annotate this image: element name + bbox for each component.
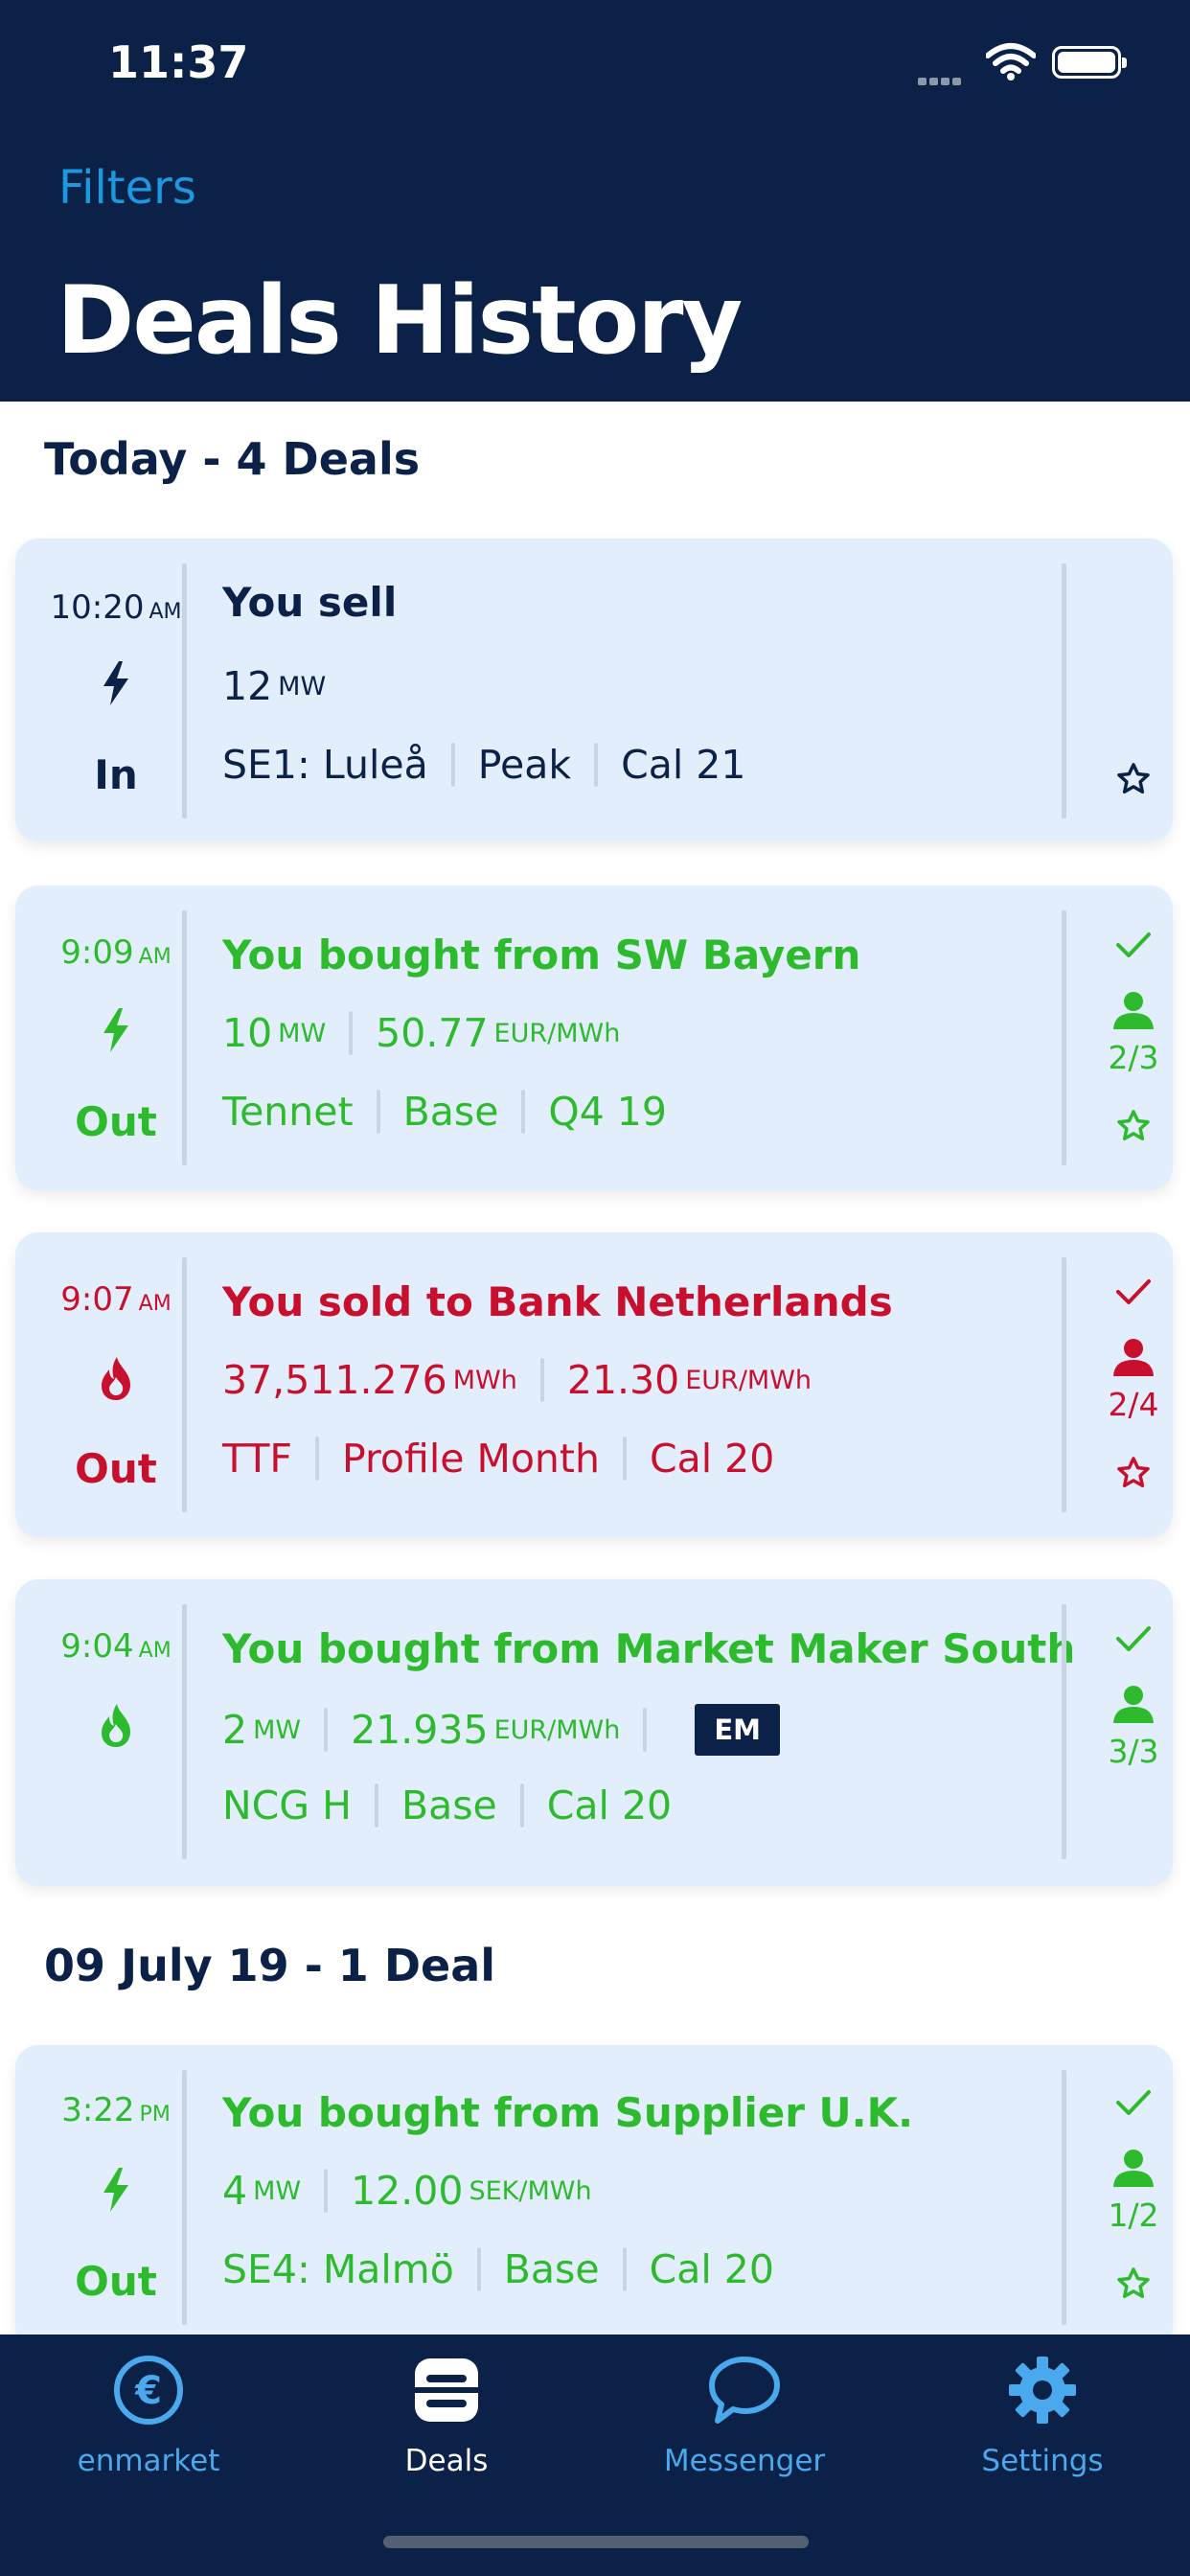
section-header-july: 09 July 19 - 1 Deal <box>44 1940 496 1991</box>
deals-icon <box>415 2358 478 2422</box>
deal-details: Tennet Base Q4 19 <box>222 1089 667 1135</box>
home-indicator[interactable] <box>383 2536 809 2548</box>
tab-label: Messenger <box>663 2444 826 2478</box>
em-badge: EM <box>695 1704 781 1756</box>
wifi-icon <box>986 43 1036 80</box>
bolt-icon <box>36 661 195 709</box>
svg-text:€: € <box>134 2369 162 2413</box>
approval-count: 3/3 <box>1108 1733 1159 1770</box>
tab-enmarket[interactable]: € enmarket <box>24 2354 273 2478</box>
tab-deals[interactable]: Deals <box>322 2354 571 2478</box>
check-icon <box>1069 1276 1190 1311</box>
deal-direction: In <box>94 751 138 798</box>
chat-bubble-icon <box>709 2357 780 2424</box>
deal-card[interactable]: 3:22 PM Out You bought from Supplier U.K.… <box>15 2045 1173 2350</box>
deal-card[interactable]: 9:04 AM You bought from Market Maker Sout… <box>15 1579 1173 1886</box>
deal-title: You bought from Market Maker South <box>222 1625 1076 1672</box>
deal-details: SE1: Luleå Peak Cal 21 <box>222 742 746 788</box>
deal-time: 10:20 AM <box>50 588 182 627</box>
deal-time: 9:09 AM <box>60 933 172 972</box>
deal-card[interactable]: 9:07 AM Out You sold to Bank Netherlands … <box>15 1232 1173 1537</box>
user-icon <box>1069 2149 1190 2191</box>
user-icon <box>1069 1338 1190 1380</box>
filters-button[interactable]: Filters <box>58 161 196 215</box>
tab-messenger[interactable]: Messenger <box>620 2354 869 2478</box>
deal-time: 3:22 PM <box>61 2091 171 2129</box>
gear-icon <box>1009 2357 1076 2424</box>
deal-title: You sell <box>222 579 398 626</box>
bolt-icon <box>36 1008 195 1056</box>
deal-card[interactable]: 9:09 AM Out You bought from SW Bayern 10 M… <box>15 886 1173 1190</box>
check-icon <box>1069 1623 1190 1658</box>
favorite-star-icon[interactable] <box>1069 1108 1190 1148</box>
battery-icon <box>1052 46 1127 79</box>
section-header-today: Today - 4 Deals <box>44 433 421 485</box>
favorite-star-icon[interactable] <box>1069 1455 1190 1495</box>
deal-direction: Out <box>75 2258 157 2305</box>
deal-card[interactable]: 10:20 AM In You sell 12 MW SE1: Luleå Peak C… <box>15 539 1173 841</box>
approval-count: 2/3 <box>1108 1039 1159 1076</box>
euro-icon: € <box>114 2356 183 2425</box>
approval-count: 1/2 <box>1108 2196 1159 2234</box>
tab-settings[interactable]: Settings <box>918 2354 1167 2478</box>
deal-direction: Out <box>75 1445 157 1492</box>
tab-label: Deals <box>404 2444 489 2478</box>
flame-icon <box>36 1355 195 1405</box>
deal-quantity: 12 MW <box>222 663 327 709</box>
deal-direction: Out <box>75 1098 157 1145</box>
deal-quantity-price: 37,511.276 MWh 21.30 EUR/MWh <box>222 1357 812 1403</box>
deal-title: You bought from Supplier U.K. <box>222 2089 914 2136</box>
check-icon <box>1069 930 1190 964</box>
user-icon <box>1069 991 1190 1033</box>
deal-title: You bought from SW Bayern <box>222 932 861 978</box>
deal-quantity-price: 10 MW 50.77 EUR/MWh <box>222 1010 621 1056</box>
tab-label: Settings <box>981 2444 1104 2478</box>
page-title: Deals History <box>57 266 743 376</box>
deal-details: SE4: Malmö Base Cal 20 <box>222 2246 774 2292</box>
status-time: 11:37 <box>108 36 249 88</box>
nav-header: 11:37 Filters Deals History <box>0 0 1190 402</box>
deal-time: 9:07 AM <box>60 1280 172 1319</box>
deal-title: You sold to Bank Netherlands <box>222 1278 893 1325</box>
flame-icon <box>36 1702 195 1752</box>
deal-quantity-price: 4 MW 12.00 SEK/MWh <box>222 2168 592 2214</box>
approval-count: 2/4 <box>1108 1386 1159 1423</box>
cellular-signal-icon <box>918 71 964 89</box>
favorite-star-icon[interactable] <box>1069 761 1190 801</box>
deal-details: NCG H Base Cal 20 <box>222 1782 673 1828</box>
user-icon <box>1069 1685 1190 1727</box>
bolt-icon <box>36 2168 195 2216</box>
tab-label: enmarket <box>77 2444 220 2478</box>
deal-quantity-price: 2 MW 21.935 EUR/MWh EM <box>222 1704 781 1756</box>
favorite-star-icon[interactable] <box>1069 2266 1190 2306</box>
check-icon <box>1069 2087 1190 2122</box>
deal-time: 9:04 AM <box>60 1627 172 1666</box>
deal-details: TTF Profile Month Cal 20 <box>222 1436 775 1482</box>
